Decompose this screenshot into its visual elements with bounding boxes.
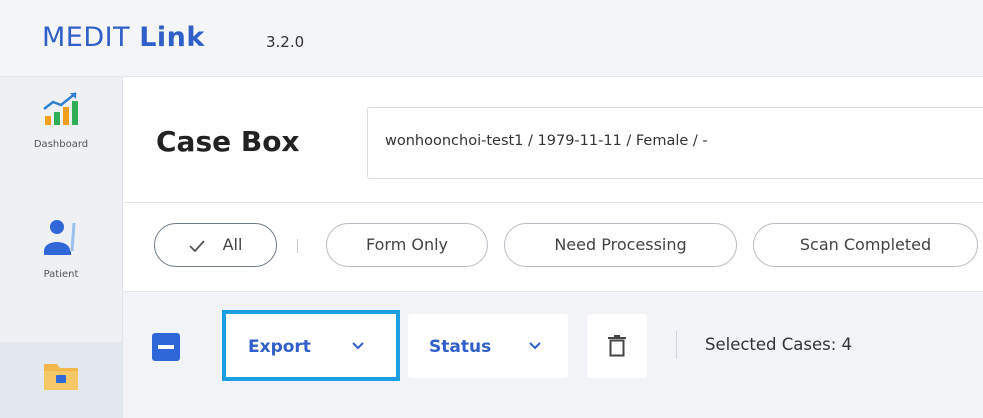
title-bar: MEDIT Link 3.2.0 bbox=[0, 0, 983, 77]
filter-scan-completed-label: Scan Completed bbox=[799, 235, 932, 254]
filter-scan-completed[interactable]: Scan Completed bbox=[753, 223, 978, 267]
filter-all-label: All bbox=[222, 235, 243, 254]
sidebar-item-dashboard[interactable]: Dashboard bbox=[0, 89, 122, 204]
main-content: Case Box wonhoonchoi-test1 / 1979-11-11 … bbox=[123, 77, 983, 418]
trash-icon bbox=[608, 335, 626, 357]
status-button[interactable]: Status bbox=[408, 314, 568, 378]
filter-form-only[interactable]: Form Only bbox=[326, 223, 488, 267]
sidebar-item-patient[interactable]: Patient bbox=[0, 217, 122, 327]
app-version: 3.2.0 bbox=[266, 33, 305, 51]
selected-cases-count: Selected Cases: 4 bbox=[705, 335, 853, 354]
filter-bar: All Form Only Need Processing Scan Compl… bbox=[123, 203, 983, 292]
delete-button[interactable] bbox=[587, 314, 647, 378]
sidebar-item-patient-label: Patient bbox=[43, 269, 79, 280]
patient-icon bbox=[44, 220, 76, 255]
filter-need-processing[interactable]: Need Processing bbox=[504, 223, 737, 267]
sidebar-item-case-box[interactable] bbox=[0, 342, 122, 418]
sidebar: Dashboard Patient bbox=[0, 77, 123, 418]
chevron-down-icon bbox=[352, 342, 364, 350]
status-button-label: Status bbox=[429, 337, 492, 357]
filter-separator bbox=[297, 239, 298, 253]
filter-all[interactable]: All bbox=[154, 223, 277, 267]
indeterminate-mark bbox=[158, 345, 174, 349]
filter-form-only-label: Form Only bbox=[365, 235, 449, 254]
app-logo: MEDIT Link bbox=[42, 22, 205, 53]
chevron-down-icon bbox=[529, 342, 541, 350]
check-icon bbox=[188, 239, 205, 252]
brand-prefix: MEDIT bbox=[42, 22, 131, 53]
action-bar: Export Status Selected Cases: 4 bbox=[123, 292, 983, 418]
patient-info-field[interactable]: wonhoonchoi-test1 / 1979-11-11 / Female … bbox=[367, 107, 983, 179]
select-all-checkbox[interactable] bbox=[152, 333, 180, 361]
case-box-folder-icon bbox=[44, 364, 78, 390]
toolbar-divider bbox=[676, 331, 677, 359]
filter-need-processing-label: Need Processing bbox=[554, 235, 687, 254]
sidebar-item-dashboard-label: Dashboard bbox=[33, 139, 89, 150]
page-title: Case Box bbox=[156, 125, 300, 158]
patient-info-text: wonhoonchoi-test1 / 1979-11-11 / Female … bbox=[385, 133, 708, 149]
dashboard-chart-icon bbox=[43, 92, 78, 125]
export-button[interactable]: Export bbox=[222, 310, 400, 381]
brand-suffix: Link bbox=[139, 22, 205, 53]
case-box-header: Case Box wonhoonchoi-test1 / 1979-11-11 … bbox=[123, 77, 983, 203]
export-button-label: Export bbox=[248, 337, 311, 357]
